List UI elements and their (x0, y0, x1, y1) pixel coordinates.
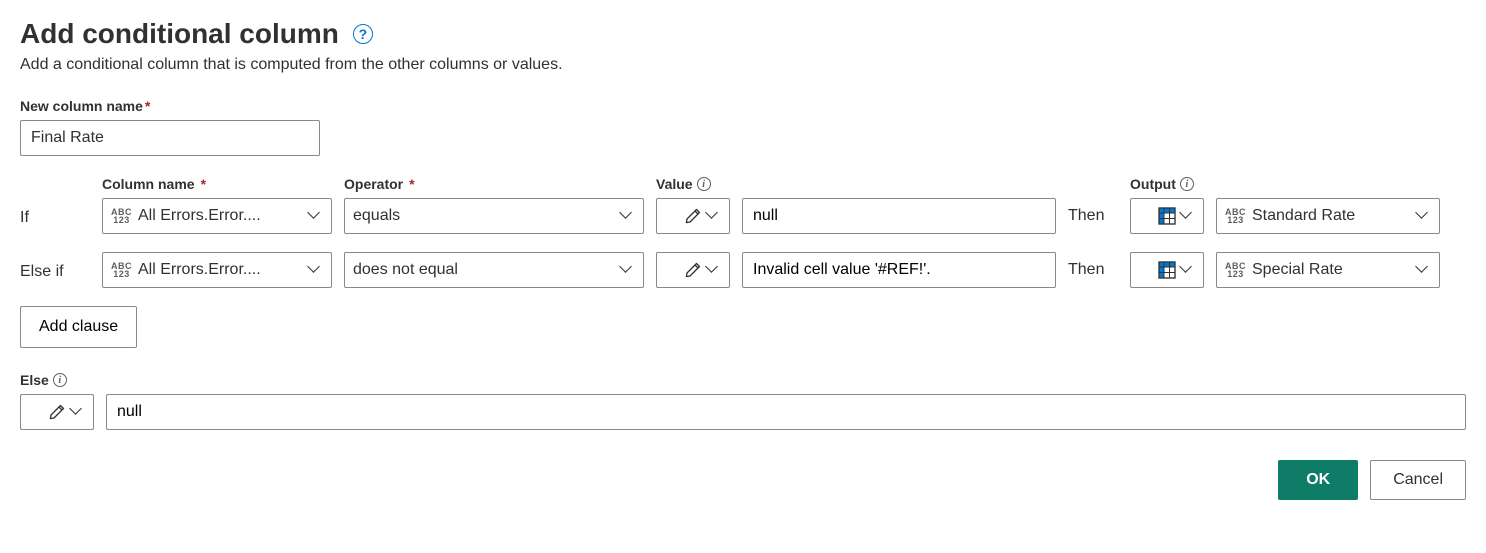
rules-grid: Column name* Operator* Valuei Outputi If… (20, 176, 1466, 288)
output-group: ABC123 Special Rate (1130, 252, 1440, 288)
ok-button[interactable]: OK (1278, 460, 1358, 500)
pencil-icon (685, 262, 701, 278)
pencil-icon (685, 208, 701, 224)
column-name-value: All Errors.Error.... (138, 207, 261, 225)
column-name-dropdown[interactable]: ABC123 All Errors.Error.... (102, 198, 332, 234)
rule-prefix: If (20, 205, 90, 227)
value-group (656, 198, 1056, 234)
header-column-name: Column name* (102, 176, 332, 192)
new-column-name-input[interactable] (20, 120, 320, 156)
new-column-name-label: New column name* (20, 98, 1466, 114)
pencil-icon (49, 404, 65, 420)
value-group (656, 252, 1056, 288)
dialog-header: Add conditional column ? (20, 18, 1466, 50)
add-conditional-column-dialog: Add conditional column ? Add a condition… (0, 0, 1486, 520)
else-value-input[interactable] (106, 394, 1466, 430)
value-input[interactable] (742, 252, 1056, 288)
chevron-down-icon (621, 210, 633, 222)
chevron-down-icon (309, 264, 321, 276)
abc123-icon: ABC123 (1225, 262, 1246, 278)
info-icon[interactable]: i (53, 373, 67, 387)
abc123-icon: ABC123 (111, 208, 132, 224)
output-value: Standard Rate (1252, 207, 1355, 225)
rule-row: If ABC123 All Errors.Error.... equals Th… (20, 198, 1466, 234)
dialog-subtitle: Add a conditional column that is compute… (20, 56, 1466, 74)
dialog-title: Add conditional column (20, 18, 339, 50)
abc123-icon: ABC123 (1225, 208, 1246, 224)
chevron-down-icon (621, 264, 633, 276)
else-mode-button[interactable] (20, 394, 94, 430)
cancel-button[interactable]: Cancel (1370, 460, 1466, 500)
chevron-down-icon (707, 264, 719, 276)
output-value: Special Rate (1252, 261, 1343, 279)
then-label: Then (1068, 207, 1118, 225)
header-output: Outputi (1130, 176, 1440, 192)
operator-dropdown[interactable]: equals (344, 198, 644, 234)
chevron-down-icon (707, 210, 719, 222)
help-icon[interactable]: ? (353, 24, 373, 44)
chevron-down-icon (1417, 210, 1429, 222)
info-icon[interactable]: i (697, 177, 711, 191)
value-mode-button[interactable] (656, 252, 730, 288)
header-value: Valuei (656, 176, 1056, 192)
chevron-down-icon (309, 210, 321, 222)
grid-headers: Column name* Operator* Valuei Outputi (20, 176, 1466, 192)
output-group: ABC123 Standard Rate (1130, 198, 1440, 234)
info-icon[interactable]: i (1180, 177, 1194, 191)
else-section: Else i (20, 372, 1466, 430)
operator-dropdown[interactable]: does not equal (344, 252, 644, 288)
column-name-value: All Errors.Error.... (138, 261, 261, 279)
rule-row: Else if ABC123 All Errors.Error.... does… (20, 252, 1466, 288)
operator-value: does not equal (353, 261, 458, 279)
chevron-down-icon (1181, 264, 1193, 276)
chevron-down-icon (1417, 264, 1429, 276)
table-icon (1158, 261, 1176, 279)
else-row (20, 394, 1466, 430)
else-label: Else i (20, 372, 1466, 388)
operator-value: equals (353, 207, 400, 225)
output-mode-button[interactable] (1130, 198, 1204, 234)
column-name-dropdown[interactable]: ABC123 All Errors.Error.... (102, 252, 332, 288)
value-input[interactable] (742, 198, 1056, 234)
output-mode-button[interactable] (1130, 252, 1204, 288)
output-dropdown[interactable]: ABC123 Special Rate (1216, 252, 1440, 288)
abc123-icon: ABC123 (111, 262, 132, 278)
then-label: Then (1068, 261, 1118, 279)
chevron-down-icon (71, 406, 83, 418)
output-dropdown[interactable]: ABC123 Standard Rate (1216, 198, 1440, 234)
add-clause-button[interactable]: Add clause (20, 306, 137, 348)
required-asterisk: * (145, 98, 150, 114)
table-icon (1158, 207, 1176, 225)
value-mode-button[interactable] (656, 198, 730, 234)
chevron-down-icon (1181, 210, 1193, 222)
dialog-footer: OK Cancel (20, 460, 1466, 500)
header-operator: Operator* (344, 176, 644, 192)
rule-prefix: Else if (20, 259, 90, 281)
